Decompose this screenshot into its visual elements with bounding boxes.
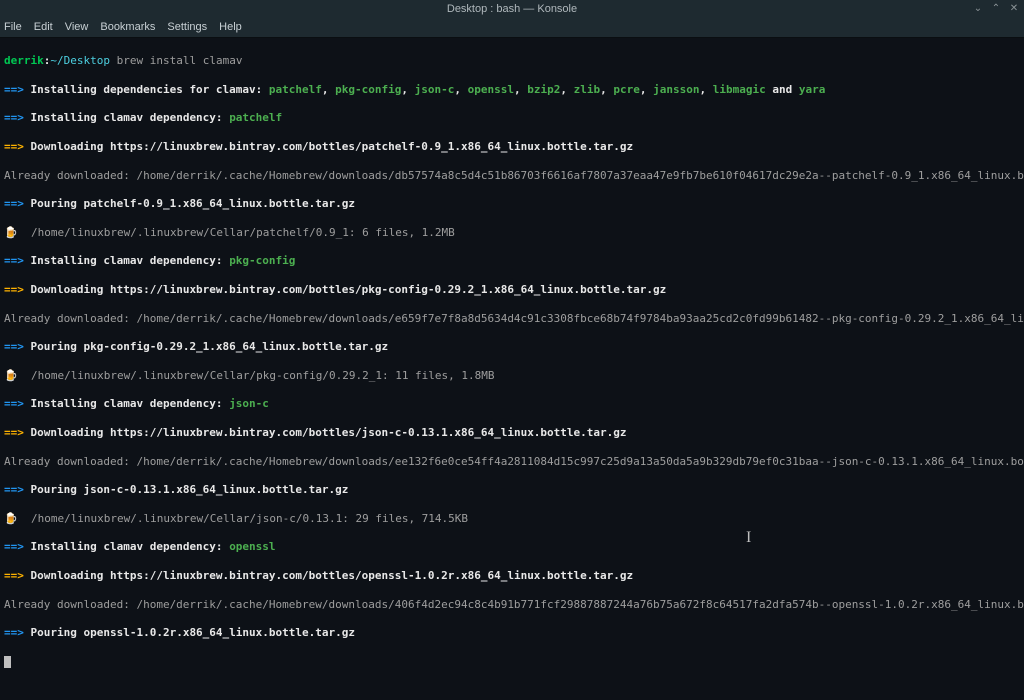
- deps-and: and: [766, 83, 799, 96]
- install-line: Installing clamav dependency:: [24, 254, 229, 267]
- prompt-command: brew install clamav: [110, 54, 242, 67]
- cellar-line: /home/linuxbrew/.linuxbrew/Cellar/patche…: [31, 226, 455, 239]
- arrow-icon: ==>: [4, 397, 24, 410]
- mouse-cursor-ibeam: I: [746, 528, 751, 549]
- dep-0: patchelf: [269, 83, 322, 96]
- menu-settings[interactable]: Settings: [167, 20, 207, 34]
- dep-4: bzip2: [527, 83, 560, 96]
- pour-line: Pouring openssl-1.0.2r.x86_64_linux.bott…: [24, 626, 355, 639]
- pour-line: Pouring patchelf-0.9_1.x86_64_linux.bott…: [24, 197, 355, 210]
- menu-bookmarks[interactable]: Bookmarks: [100, 20, 155, 34]
- menu-edit[interactable]: Edit: [34, 20, 53, 34]
- dep-8: libmagic: [713, 83, 766, 96]
- prompt-user: derrik: [4, 54, 44, 67]
- window-controls: ⌄ ⌃ ✕: [972, 2, 1020, 14]
- pkg-name: openssl: [229, 540, 275, 553]
- arrow-icon: ==>: [4, 197, 24, 210]
- arrow-icon: ==>: [4, 426, 24, 439]
- download-line: Downloading https://linuxbrew.bintray.co…: [24, 569, 633, 582]
- arrow-icon: ==>: [4, 340, 24, 353]
- window-title: Desktop : bash — Konsole: [447, 2, 577, 16]
- pkg-name: pkg-config: [229, 254, 295, 267]
- dep-7: jansson: [653, 83, 699, 96]
- download-line: Downloading https://linuxbrew.bintray.co…: [24, 140, 633, 153]
- arrow-icon: ==>: [4, 83, 24, 96]
- pkg-name: json-c: [229, 397, 269, 410]
- titlebar: Desktop : bash — Konsole ⌄ ⌃ ✕: [0, 0, 1024, 18]
- maximize-button[interactable]: ⌃: [990, 2, 1002, 14]
- arrow-icon: ==>: [4, 111, 24, 124]
- prompt-path: ~/Desktop: [50, 54, 110, 67]
- dep-3: openssl: [468, 83, 514, 96]
- close-button[interactable]: ✕: [1008, 2, 1020, 14]
- download-line: Downloading https://linuxbrew.bintray.co…: [24, 283, 666, 296]
- pkg-name: patchelf: [229, 111, 282, 124]
- dep-last: yara: [799, 83, 826, 96]
- terminal-cursor: [4, 656, 11, 668]
- arrow-icon: ==>: [4, 483, 24, 496]
- cellar-line: /home/linuxbrew/.linuxbrew/Cellar/pkg-co…: [31, 369, 495, 382]
- beer-icon: 🍺: [4, 369, 31, 382]
- arrow-icon: ==>: [4, 283, 24, 296]
- download-line: Downloading https://linuxbrew.bintray.co…: [24, 426, 627, 439]
- arrow-icon: ==>: [4, 626, 24, 639]
- install-line: Installing clamav dependency:: [24, 397, 229, 410]
- arrow-icon: ==>: [4, 569, 24, 582]
- already-downloaded: Already downloaded: /home/derrik/.cache/…: [4, 169, 1020, 183]
- deps-text: Installing dependencies for clamav:: [24, 83, 269, 96]
- dep-1: pkg-config: [335, 83, 401, 96]
- minimize-button[interactable]: ⌄: [972, 2, 984, 14]
- already-downloaded: Already downloaded: /home/derrik/.cache/…: [4, 312, 1020, 326]
- terminal-output[interactable]: derrik:~/Desktop brew install clamav ==>…: [0, 38, 1024, 700]
- pour-line: Pouring json-c-0.13.1.x86_64_linux.bottl…: [24, 483, 349, 496]
- install-line: Installing clamav dependency:: [24, 111, 229, 124]
- beer-icon: 🍺: [4, 512, 31, 525]
- arrow-icon: ==>: [4, 254, 24, 267]
- beer-icon: 🍺: [4, 226, 31, 239]
- cellar-line: /home/linuxbrew/.linuxbrew/Cellar/json-c…: [31, 512, 468, 525]
- dep-2: json-c: [415, 83, 455, 96]
- dep-5: zlib: [574, 83, 601, 96]
- already-downloaded: Already downloaded: /home/derrik/.cache/…: [4, 598, 1020, 612]
- arrow-icon: ==>: [4, 540, 24, 553]
- already-downloaded: Already downloaded: /home/derrik/.cache/…: [4, 455, 1020, 469]
- arrow-icon: ==>: [4, 140, 24, 153]
- install-line: Installing clamav dependency:: [24, 540, 229, 553]
- menubar: File Edit View Bookmarks Settings Help: [0, 18, 1024, 38]
- dep-6: pcre: [613, 83, 640, 96]
- menu-help[interactable]: Help: [219, 20, 242, 34]
- pour-line: Pouring pkg-config-0.29.2_1.x86_64_linux…: [24, 340, 388, 353]
- menu-file[interactable]: File: [4, 20, 22, 34]
- menu-view[interactable]: View: [65, 20, 89, 34]
